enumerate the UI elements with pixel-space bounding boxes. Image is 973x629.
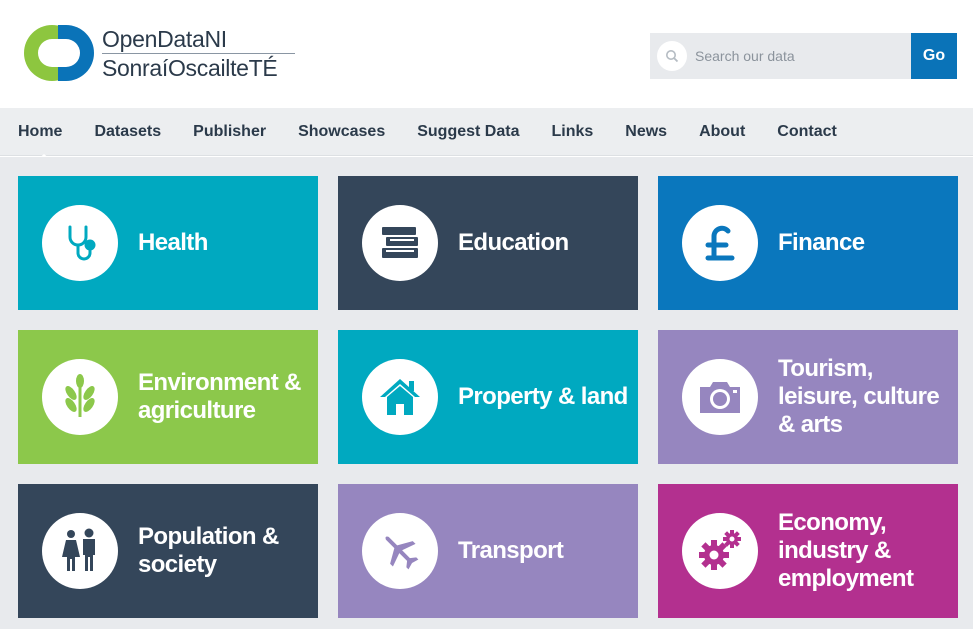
logo-text-english: OpenDataNI <box>102 25 227 52</box>
logo-text-irish: SonraíOscailteTÉ <box>102 54 278 81</box>
category-label: Education <box>458 229 569 256</box>
category-tile-economy[interactable]: Economy, industry & employment <box>658 484 958 618</box>
category-label: Environment & agriculture <box>138 369 301 424</box>
plane-icon <box>362 513 438 589</box>
nav-item-links[interactable]: Links <box>551 123 593 141</box>
search-box <box>650 33 911 79</box>
logo-mark-icon <box>24 25 100 81</box>
category-label: Economy, industry & employment <box>778 509 914 592</box>
category-tile-property[interactable]: Property & land <box>338 330 638 464</box>
nav-item-contact[interactable]: Contact <box>777 123 837 141</box>
nav-item-suggest-data[interactable]: Suggest Data <box>417 123 519 141</box>
category-label: Health <box>138 229 208 256</box>
category-tile-population[interactable]: Population & society <box>18 484 318 618</box>
pound-icon <box>682 205 758 281</box>
books-icon <box>362 205 438 281</box>
category-tile-health[interactable]: Health <box>18 176 318 310</box>
search-form: Go <box>650 33 957 79</box>
nav-item-publisher[interactable]: Publisher <box>193 123 266 141</box>
logo-divider <box>102 52 295 54</box>
search-go-button[interactable]: Go <box>911 33 957 79</box>
nav-item-news[interactable]: News <box>625 123 667 141</box>
camera-icon <box>682 359 758 435</box>
plant-icon <box>42 359 118 435</box>
category-label: Finance <box>778 229 865 256</box>
category-label: Transport <box>458 537 564 564</box>
category-label: Property & land <box>458 383 628 410</box>
people-icon <box>42 513 118 589</box>
category-tile-environment[interactable]: Environment & agriculture <box>18 330 318 464</box>
stethoscope-icon <box>42 205 118 281</box>
nav-item-datasets[interactable]: Datasets <box>94 123 161 141</box>
house-icon <box>362 359 438 435</box>
category-label: Population & society <box>138 523 279 578</box>
search-icon <box>657 41 687 71</box>
main-nav: Home Datasets Publisher Showcases Sugges… <box>0 108 973 159</box>
category-tile-education[interactable]: Education <box>338 176 638 310</box>
category-tile-finance[interactable]: Finance <box>658 176 958 310</box>
site-header: OpenDataNI SonraíOscailteTÉ Go <box>0 0 973 108</box>
category-label: Tourism, leisure, culture & arts <box>778 355 940 438</box>
nav-item-showcases[interactable]: Showcases <box>298 123 385 141</box>
site-logo[interactable]: OpenDataNI SonraíOscailteTÉ <box>24 25 295 81</box>
nav-item-home[interactable]: Home <box>18 123 62 159</box>
nav-item-about[interactable]: About <box>699 123 745 141</box>
category-tile-tourism[interactable]: Tourism, leisure, culture & arts <box>658 330 958 464</box>
search-input[interactable] <box>695 48 895 64</box>
category-tile-transport[interactable]: Transport <box>338 484 638 618</box>
gears-icon <box>682 513 758 589</box>
category-grid: Health Education Finance Environment & a… <box>0 157 973 629</box>
